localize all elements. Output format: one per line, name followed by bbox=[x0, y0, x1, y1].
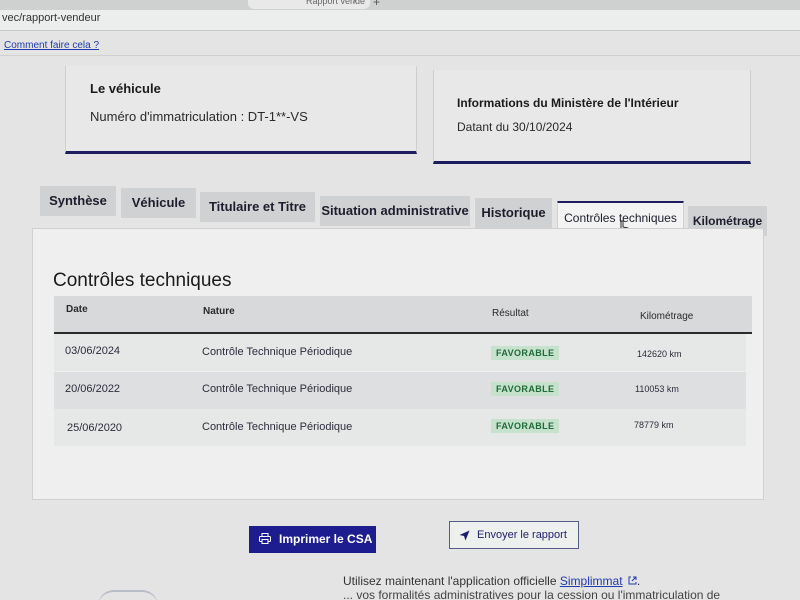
tab-vehicule[interactable]: Véhicule bbox=[121, 188, 196, 218]
header-date: Date bbox=[66, 304, 88, 315]
help-link[interactable]: Comment faire cela ? bbox=[4, 40, 99, 51]
tab-titulaire-et-titre[interactable]: Titulaire et Titre bbox=[200, 192, 315, 222]
result-badge: FAVORABLE bbox=[491, 346, 560, 360]
footer-text-line-2: ... vos formalités administratives pour … bbox=[343, 588, 721, 600]
data-date: Datant du 30/10/2024 bbox=[457, 120, 573, 134]
address-bar[interactable]: vec/rapport-vendeur bbox=[0, 10, 800, 31]
send-report-label: Envoyer le rapport bbox=[477, 529, 567, 541]
header-nature: Nature bbox=[203, 306, 235, 317]
row-nature: Contrôle Technique Périodique bbox=[202, 383, 353, 395]
registration-number: Numéro d'immatriculation : DT-1**-VS bbox=[90, 109, 308, 124]
paper-plane-icon bbox=[459, 530, 470, 541]
row-mileage: 142620 km bbox=[637, 349, 682, 359]
browser-tab-close-icon[interactable]: × bbox=[352, 0, 357, 6]
ministry-card: Informations du Ministère de l'Intérieur… bbox=[433, 70, 751, 164]
footer-prefix: Utilisez maintenant l'application offici… bbox=[343, 574, 560, 588]
simplimmat-link[interactable]: Simplimmat bbox=[560, 574, 623, 588]
ministry-card-title: Informations du Ministère de l'Intérieur bbox=[457, 96, 679, 110]
footer-text: Utilisez maintenant l'application offici… bbox=[343, 574, 640, 588]
external-link-icon bbox=[628, 576, 637, 585]
row-nature: Contrôle Technique Périodique bbox=[202, 346, 353, 358]
tab-synthese[interactable]: Synthèse bbox=[40, 186, 116, 216]
print-csa-button[interactable]: Imprimer le CSA bbox=[249, 526, 376, 553]
vehicle-card-title: Le véhicule bbox=[90, 81, 161, 96]
new-tab-button[interactable]: + bbox=[373, 0, 380, 9]
car-logo bbox=[98, 590, 158, 600]
section-title: Contrôles techniques bbox=[53, 270, 232, 291]
table-row: 25/06/2020 Contrôle Technique Périodique… bbox=[54, 409, 746, 446]
table-header: Date Nature Résultat Kilométrage bbox=[54, 296, 752, 334]
result-badge: FAVORABLE bbox=[491, 382, 560, 396]
vehicle-card: Le véhicule Numéro d'immatriculation : D… bbox=[65, 66, 417, 154]
header-result: Résultat bbox=[492, 308, 529, 319]
divider bbox=[0, 55, 800, 56]
tab-situation-administrative[interactable]: Situation administrative bbox=[320, 196, 470, 226]
row-mileage: 78779 km bbox=[634, 420, 674, 430]
send-report-button[interactable]: Envoyer le rapport bbox=[449, 521, 579, 549]
row-date: 03/06/2024 bbox=[65, 345, 121, 357]
table-row: 03/06/2024 Contrôle Technique Périodique… bbox=[54, 334, 746, 371]
page: Rapport vende × + vec/rapport-vendeur Co… bbox=[0, 0, 800, 600]
header-mileage: Kilométrage bbox=[640, 311, 694, 322]
table-row: 20/06/2022 Contrôle Technique Périodique… bbox=[54, 372, 746, 409]
printer-icon bbox=[259, 533, 271, 544]
print-csa-label: Imprimer le CSA bbox=[279, 532, 373, 546]
footer-suffix: . bbox=[636, 574, 641, 588]
row-nature: Contrôle Technique Périodique bbox=[202, 421, 353, 433]
url-text[interactable]: vec/rapport-vendeur bbox=[2, 12, 100, 24]
tab-historique[interactable]: Historique bbox=[475, 198, 552, 228]
row-date: 25/06/2020 bbox=[67, 422, 123, 434]
browser-tabstrip bbox=[0, 0, 800, 10]
row-mileage: 110053 km bbox=[635, 384, 679, 394]
row-date: 20/06/2022 bbox=[65, 383, 121, 395]
result-badge: FAVORABLE bbox=[491, 419, 560, 433]
